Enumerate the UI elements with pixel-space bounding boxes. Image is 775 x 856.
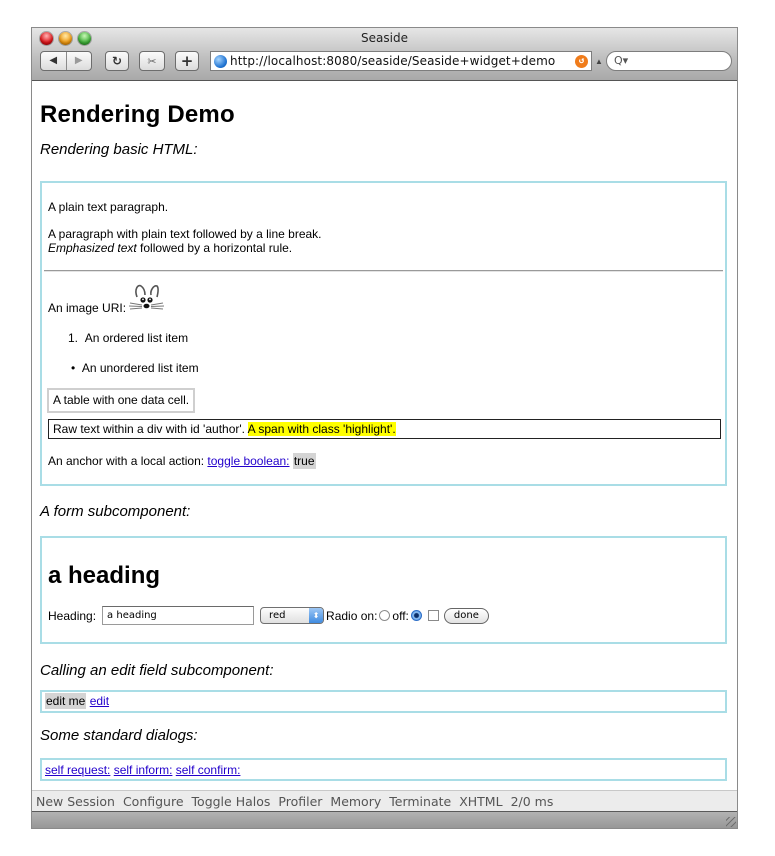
select-arrows-icon: ⬍: [309, 608, 324, 623]
ordered-item-text: An ordered list item: [84, 331, 189, 345]
toggle-boolean-link[interactable]: toggle boolean:: [207, 454, 289, 468]
reload-button[interactable]: ↻: [105, 51, 129, 71]
line-break-paragraph: A paragraph with plain text followed by …: [48, 227, 322, 241]
checkbox[interactable]: [427, 610, 439, 621]
search-field[interactable]: Q▾: [606, 51, 732, 71]
section-caption-basic-html: Rendering basic HTML:: [40, 141, 198, 158]
forward-arrow-icon[interactable]: ▶: [67, 52, 92, 70]
plus-icon: +: [180, 52, 194, 70]
heading-input[interactable]: a heading: [102, 606, 255, 625]
edit-field-box: edit me edit: [40, 690, 727, 713]
page-content: Rendering Demo Rendering basic HTML: A p…: [32, 81, 737, 790]
image-label: An image URI:: [48, 301, 127, 315]
horizontal-rule: [44, 270, 723, 272]
snip-button[interactable]: ✂: [139, 51, 165, 71]
radio-on-label: Radio on:: [326, 608, 378, 623]
unordered-list-item: • An unordered list item: [71, 361, 199, 375]
url-text[interactable]: http://localhost:8080/seaside/Seaside+wi…: [230, 54, 575, 68]
emphasized-rest: followed by a horizontal rule.: [136, 241, 293, 255]
resize-grip-icon[interactable]: [726, 817, 736, 827]
snapback-icon[interactable]: ↺: [575, 54, 588, 68]
edit-line: edit me edit: [45, 693, 109, 709]
page-title: Rendering Demo: [40, 101, 235, 128]
radio-off-label: off:: [392, 608, 409, 623]
list-number: 1.: [68, 331, 79, 345]
heading-label: Heading:: [48, 608, 97, 623]
edit-link[interactable]: edit: [90, 694, 109, 708]
toolbar-timing: 2/0 ms: [510, 793, 554, 809]
unordered-item-text: An unordered list item: [81, 361, 199, 375]
add-bookmark-button[interactable]: +: [175, 51, 199, 71]
color-select-value: red: [269, 610, 286, 621]
toolbar-configure[interactable]: Configure: [123, 794, 184, 809]
dialog-links: self request: self inform: self confirm:: [45, 763, 240, 777]
self-confirm-link[interactable]: self confirm:: [176, 763, 241, 777]
table-cell: A table with one data cell.: [53, 393, 190, 407]
done-button[interactable]: done: [443, 607, 489, 624]
toolbar-memory[interactable]: Memory: [330, 794, 381, 809]
form-heading: a heading: [48, 562, 161, 589]
anchor-label: An anchor with a local action:: [48, 454, 208, 468]
window-title: Seaside: [361, 31, 408, 45]
dialogs-box: self request: self inform: self confirm:: [40, 758, 727, 781]
radio-off[interactable]: [410, 610, 422, 621]
form-box: a heading Heading: a heading red ⬍ Radio …: [40, 536, 727, 644]
author-div: Raw text within a div with id 'author'. …: [48, 419, 721, 439]
author-text: Raw text within a div with id 'author'.: [53, 422, 248, 436]
browser-chrome: Seaside ◀ ▶ ↻ ✂ + http://localhost:8080/…: [32, 28, 737, 81]
self-request-link[interactable]: self request:: [45, 763, 110, 777]
plain-paragraph: A plain text paragraph.: [48, 200, 169, 214]
back-arrow-icon[interactable]: ◀: [41, 52, 66, 70]
seaside-cat-icon: [129, 284, 165, 310]
browser-window: Seaside ◀ ▶ ↻ ✂ + http://localhost:8080/…: [31, 27, 738, 829]
emphasized-text: Emphasized text: [48, 241, 137, 255]
reload-icon: ↻: [111, 54, 123, 68]
data-table: A table with one data cell.: [47, 388, 196, 413]
toolbar-toggle-halos[interactable]: Toggle Halos: [192, 794, 271, 809]
toolbar-xhtml[interactable]: XHTML: [459, 794, 502, 809]
color-select[interactable]: red ⬍: [260, 607, 325, 624]
section-caption-form: A form subcomponent:: [40, 503, 191, 520]
seaside-toolbar: New Session Configure Toggle Halos Profi…: [32, 790, 737, 812]
section-caption-edit-field: Calling an edit field subcomponent:: [40, 662, 274, 679]
image-line: An image URI:: [48, 277, 165, 315]
snip-icon: ✂: [147, 54, 157, 68]
basic-html-box: A plain text paragraph. A paragraph with…: [40, 181, 727, 486]
boolean-value: true: [292, 453, 316, 469]
emphasized-line: Emphasized text followed by a horizontal…: [48, 241, 292, 255]
form-row: Heading: a heading red ⬍ Radio on: off: d…: [48, 606, 489, 625]
globe-icon: [214, 54, 227, 68]
toolbar-terminate[interactable]: Terminate: [389, 794, 451, 809]
back-forward-buttons: ◀ ▶: [40, 51, 92, 71]
highlight-span: A span with class 'highlight'.: [247, 422, 396, 436]
address-dropdown-icon[interactable]: ▲: [595, 57, 603, 66]
radio-on[interactable]: [379, 610, 391, 621]
ordered-list-item: 1. An ordered list item: [68, 331, 188, 345]
anchor-line: An anchor with a local action: toggle bo…: [48, 453, 316, 469]
toolbar-new-session[interactable]: New Session: [36, 794, 115, 809]
address-bar[interactable]: http://localhost:8080/seaside/Seaside+wi…: [210, 51, 592, 71]
self-inform-link[interactable]: self inform:: [114, 763, 173, 777]
toolbar-profiler[interactable]: Profiler: [278, 794, 322, 809]
window-status-bar: [32, 812, 737, 828]
bullet-icon: •: [71, 361, 76, 375]
edit-value: edit me: [45, 693, 87, 709]
section-caption-dialogs: Some standard dialogs:: [40, 727, 198, 744]
